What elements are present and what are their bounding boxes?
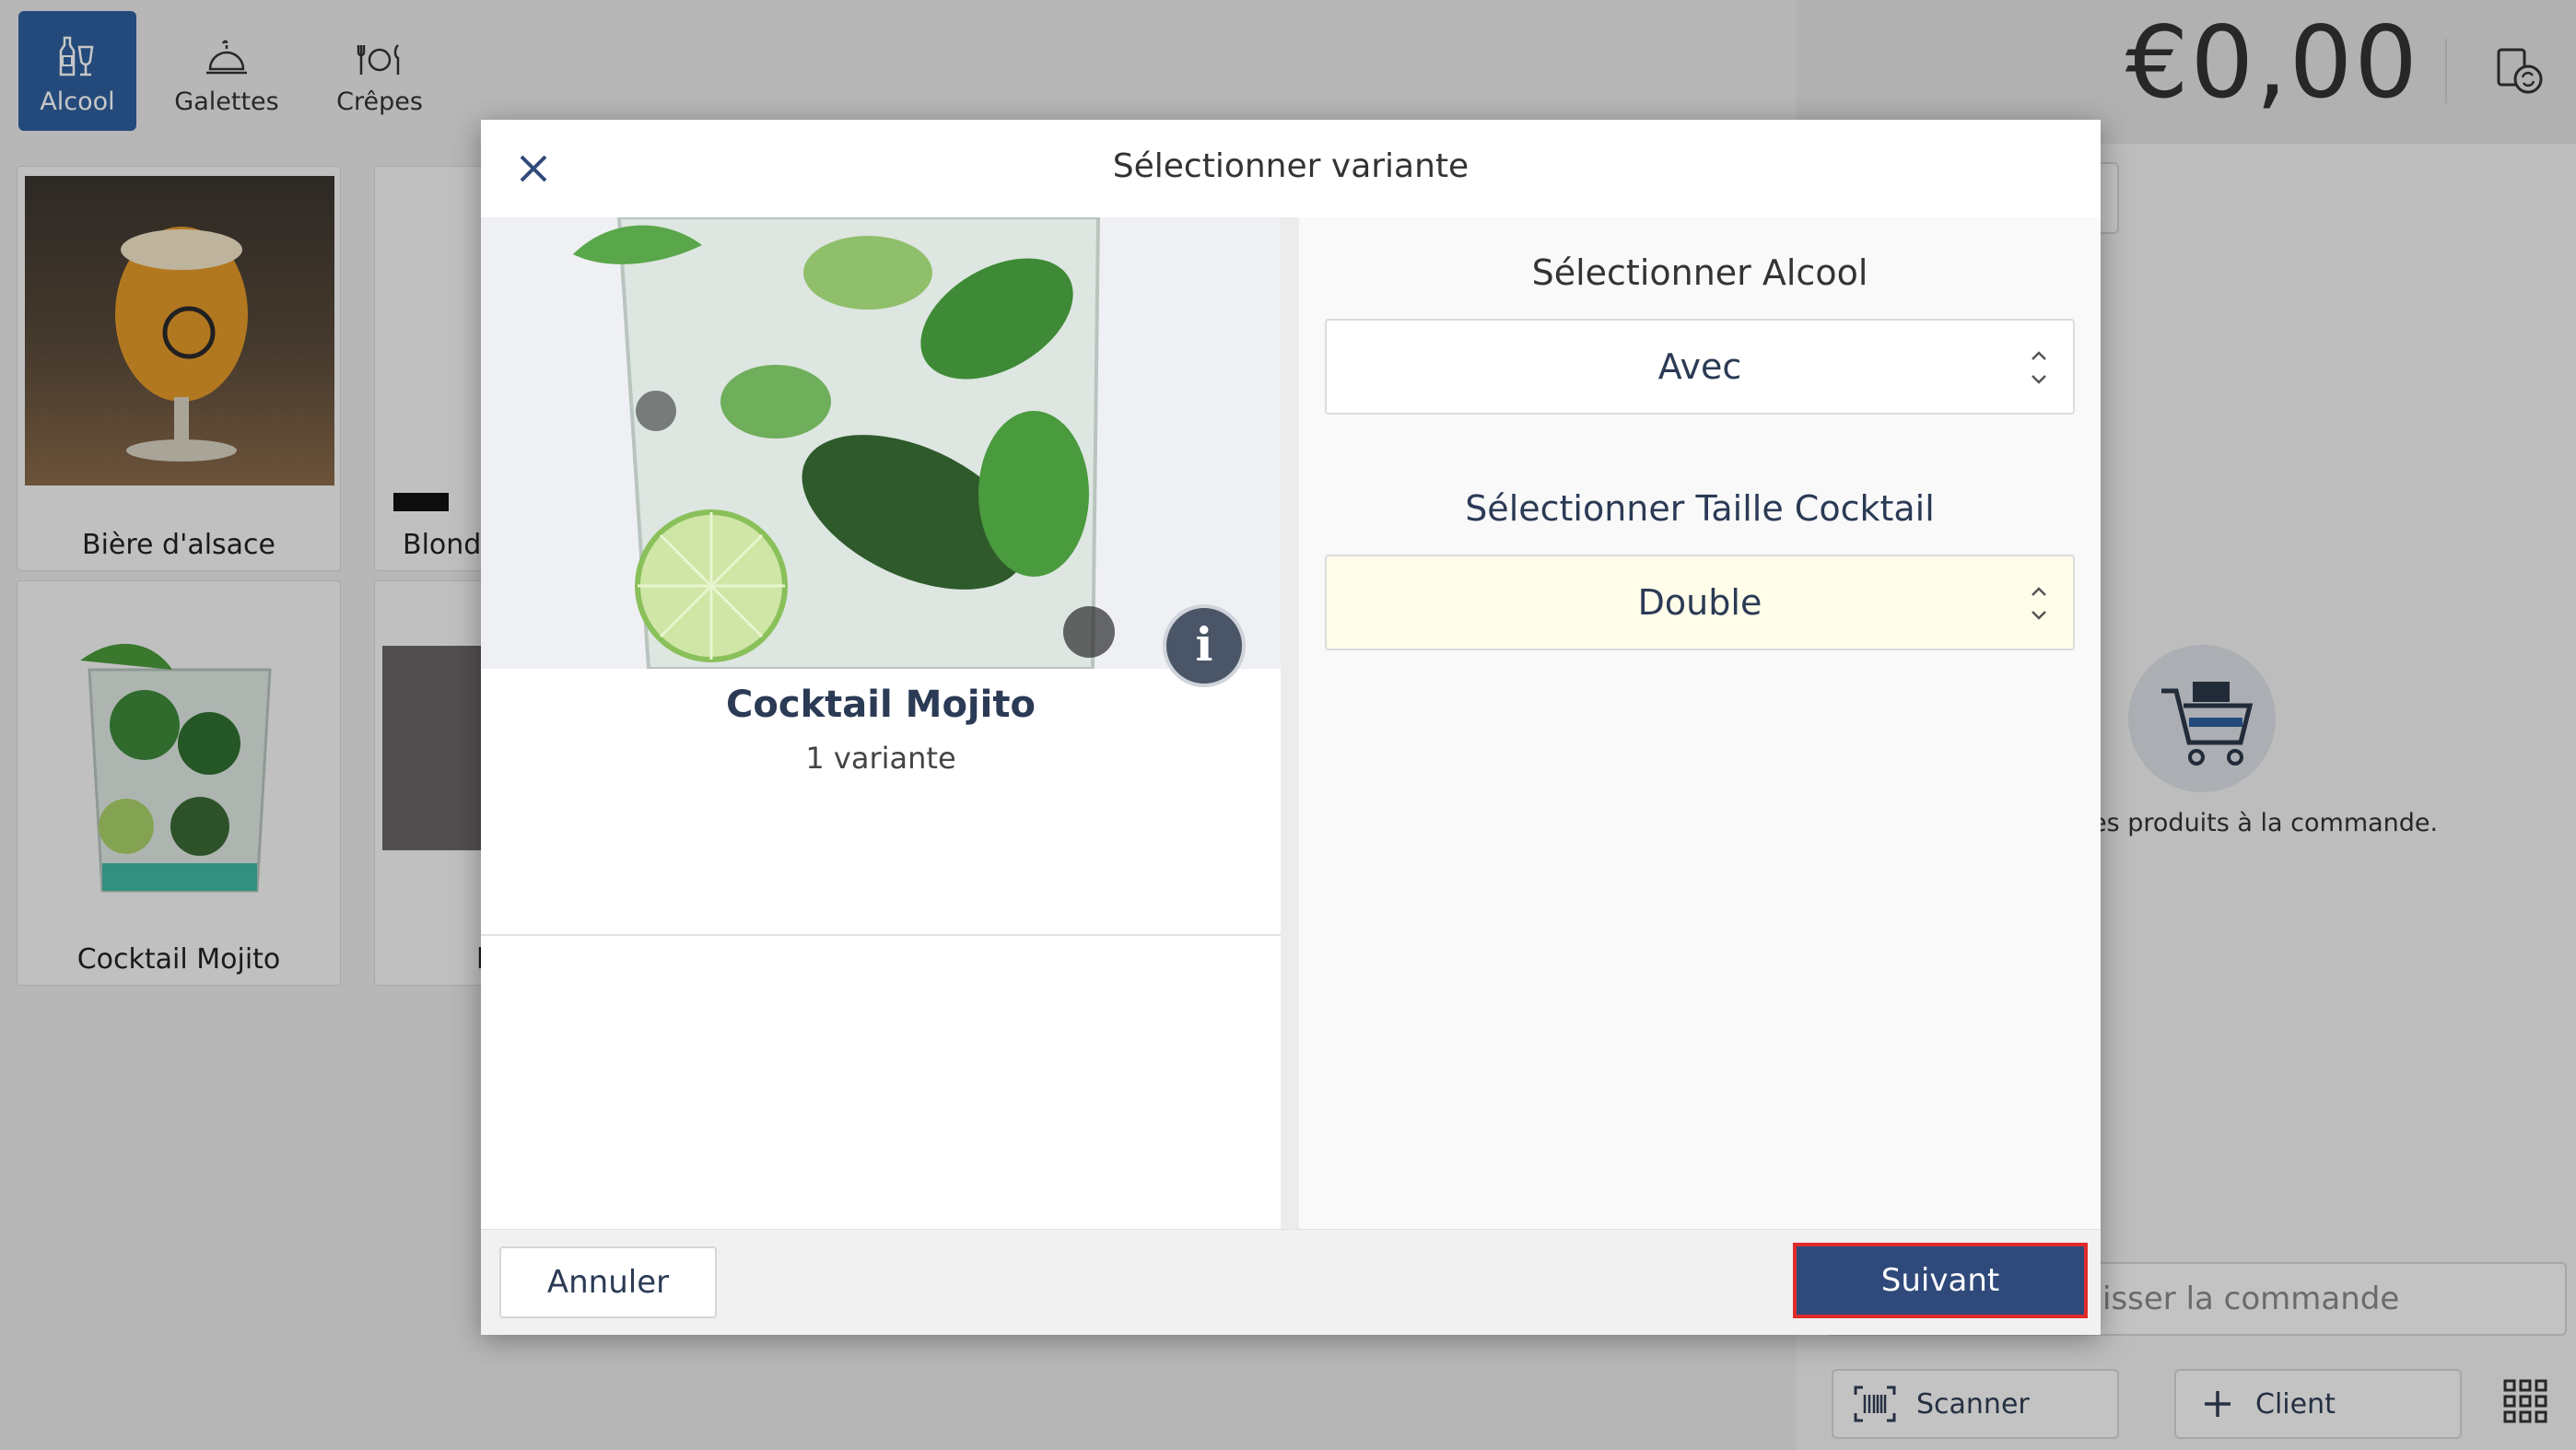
- dialog-title: Sélectionner variante: [1112, 147, 1469, 185]
- section-title-taille: Sélectionner Taille Cocktail: [1465, 488, 1935, 529]
- variant-options: Sélectionner Alcool Avec Sélectionner Ta…: [1299, 217, 2101, 1229]
- variant-count: 1 variante: [805, 741, 956, 776]
- next-button[interactable]: Suivant: [1793, 1243, 2088, 1318]
- taille-select-value: Double: [1637, 582, 1762, 623]
- cancel-button[interactable]: Annuler: [499, 1246, 717, 1318]
- alcool-select[interactable]: Avec: [1325, 319, 2075, 415]
- variant-dialog: Sélectionner variante i Cocktail Mojito …: [481, 120, 2101, 1335]
- product-preview: i Cocktail Mojito 1 variante: [481, 217, 1282, 1229]
- column-divider: [1281, 217, 1299, 1229]
- info-button[interactable]: i: [1163, 604, 1246, 687]
- product-image: [481, 217, 1281, 669]
- divider: [481, 934, 1281, 936]
- dialog-footer: Annuler Suivant: [481, 1229, 2101, 1335]
- taille-select[interactable]: Double: [1325, 555, 2075, 650]
- section-title-alcool: Sélectionner Alcool: [1531, 252, 1868, 293]
- product-name: Cocktail Mojito: [726, 684, 1036, 726]
- chevron-up-down-icon: [2032, 351, 2046, 384]
- alcool-select-value: Avec: [1657, 346, 1742, 387]
- dialog-header: Sélectionner variante: [481, 120, 2101, 218]
- chevron-up-down-icon: [2032, 587, 2046, 620]
